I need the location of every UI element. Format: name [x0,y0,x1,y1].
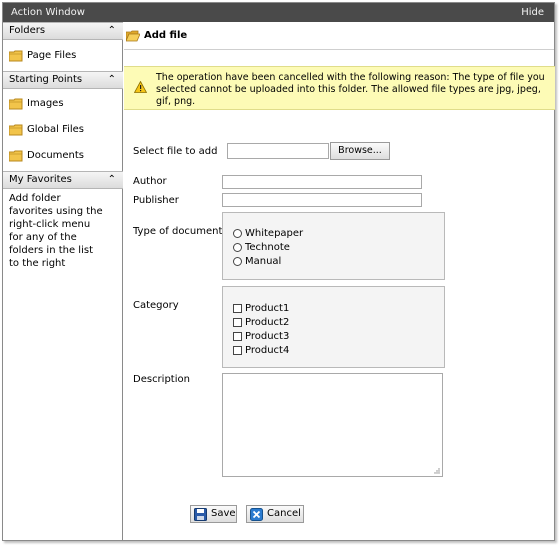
folders-header-label: Folders [9,25,46,36]
folder-icon [9,124,23,136]
warning-triangle-icon [134,81,147,93]
browse-button[interactable]: Browse... [330,142,390,160]
radio-label: Manual [245,256,282,267]
publisher-label: Publisher [133,195,179,206]
publisher-input[interactable] [222,193,422,207]
action-window: Action Window Hide Folders ⌃ Page Files … [2,2,555,541]
starting-points-header[interactable]: Starting Points ⌃ [3,71,123,89]
select-file-label: Select file to add [133,146,218,157]
sidebar-item-label: Page Files [27,50,77,61]
my-favorites-header[interactable]: My Favorites ⌃ [3,171,123,189]
radio-circle[interactable] [233,257,242,266]
author-input[interactable] [222,175,422,189]
title-divider [124,49,554,50]
my-favorites-header-label: My Favorites [9,174,72,185]
warning-message: The operation have been cancelled with t… [156,72,545,107]
resize-grip-icon[interactable] [432,466,440,474]
sidebar-item-label: Documents [27,150,85,161]
sidebar-item-label: Global Files [27,124,85,135]
file-path-input[interactable] [227,143,329,159]
radio-label: Whitepaper [245,228,304,239]
radio-circle[interactable] [233,243,242,252]
window-titlebar: Action Window Hide [3,3,554,22]
checkbox-box[interactable] [233,346,242,355]
starting-points-header-label: Starting Points [9,74,83,85]
author-label: Author [133,176,167,187]
type-of-document-group: Whitepaper Technote Manual [222,212,445,280]
category-label: Category [133,300,179,311]
double-chevron-up-icon[interactable]: ⌃ [108,23,116,39]
hide-button[interactable]: Hide [521,3,544,22]
sidebar-item-label: Images [27,98,64,109]
save-button-label: Save [211,508,236,519]
checkbox-box[interactable] [233,318,242,327]
warning-banner: The operation have been cancelled with t… [124,66,555,110]
checkbox-label: Product3 [245,331,290,342]
checkbox-label: Product4 [245,345,290,356]
floppy-disk-icon [194,508,207,521]
sidebar: Folders ⌃ Page Files Starting Points ⌃ I… [3,22,123,540]
checkbox-box[interactable] [233,304,242,313]
type-of-document-label: Type of document [133,226,223,237]
folder-icon [9,150,23,162]
save-button[interactable]: Save [190,505,237,523]
cancel-x-icon [250,508,263,521]
window-title: Action Window [11,7,85,18]
description-label: Description [133,374,190,385]
favorites-help-text: Add folder favorites using the right-cli… [9,193,103,269]
folder-icon [9,98,23,110]
checkbox-box[interactable] [233,332,242,341]
folder-icon [9,50,23,62]
cancel-button-label: Cancel [267,508,301,519]
radio-label: Technote [245,242,290,253]
double-chevron-up-icon[interactable]: ⌃ [108,72,116,88]
checkbox-label: Product2 [245,317,290,328]
folder-open-icon [126,30,140,42]
category-group: Product1 Product2 Product3 Product4 [222,286,445,368]
cancel-button[interactable]: Cancel [246,505,304,523]
radio-circle[interactable] [233,229,242,238]
checkbox-label: Product1 [245,303,290,314]
description-textarea[interactable] [222,373,443,477]
page-title-text: Add file [144,30,188,41]
folders-header[interactable]: Folders ⌃ [3,22,123,40]
double-chevron-up-icon[interactable]: ⌃ [108,172,116,188]
main-panel: Add file The operation have been cancell… [124,22,555,540]
